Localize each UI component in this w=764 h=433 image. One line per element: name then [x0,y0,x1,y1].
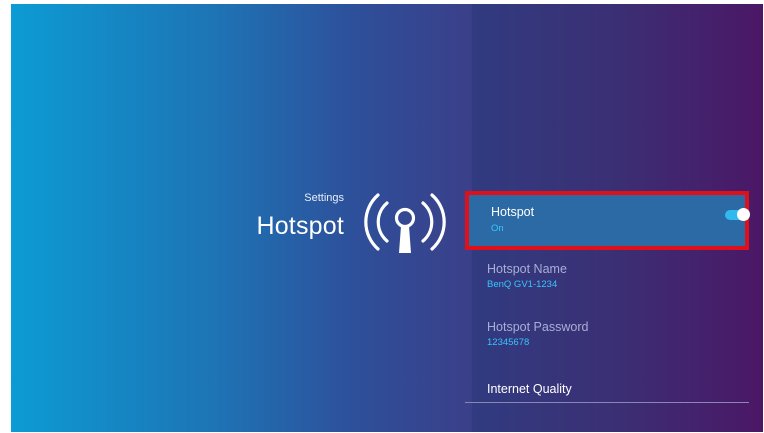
page-title: Hotspot [256,212,344,240]
hotspot-toggle[interactable] [725,208,750,221]
setting-row-internet-quality[interactable]: Internet Quality [465,376,749,403]
setting-label-internet-quality: Internet Quality [487,382,572,396]
setting-value-hotspot-name: BenQ GV1-1234 [487,279,558,290]
setting-row-hotspot-password[interactable]: Hotspot Password 12345678 [465,314,749,360]
wifi-hotspot-icon [364,193,446,253]
setting-value-hotspot: On [491,223,504,234]
setting-value-hotspot-password: 12345678 [487,337,530,348]
setting-row-hotspot-name[interactable]: Hotspot Name BenQ GV1-1234 [465,256,749,302]
toggle-knob [737,208,750,221]
header-pane: Settings Hotspot [11,4,472,432]
breadcrumb-settings: Settings [304,192,344,204]
setting-label-hotspot: Hotspot [491,205,535,219]
setting-label-hotspot-name: Hotspot Name [487,262,567,276]
setting-row-hotspot[interactable]: Hotspot On [465,191,750,250]
setting-label-hotspot-password: Hotspot Password [487,320,589,334]
